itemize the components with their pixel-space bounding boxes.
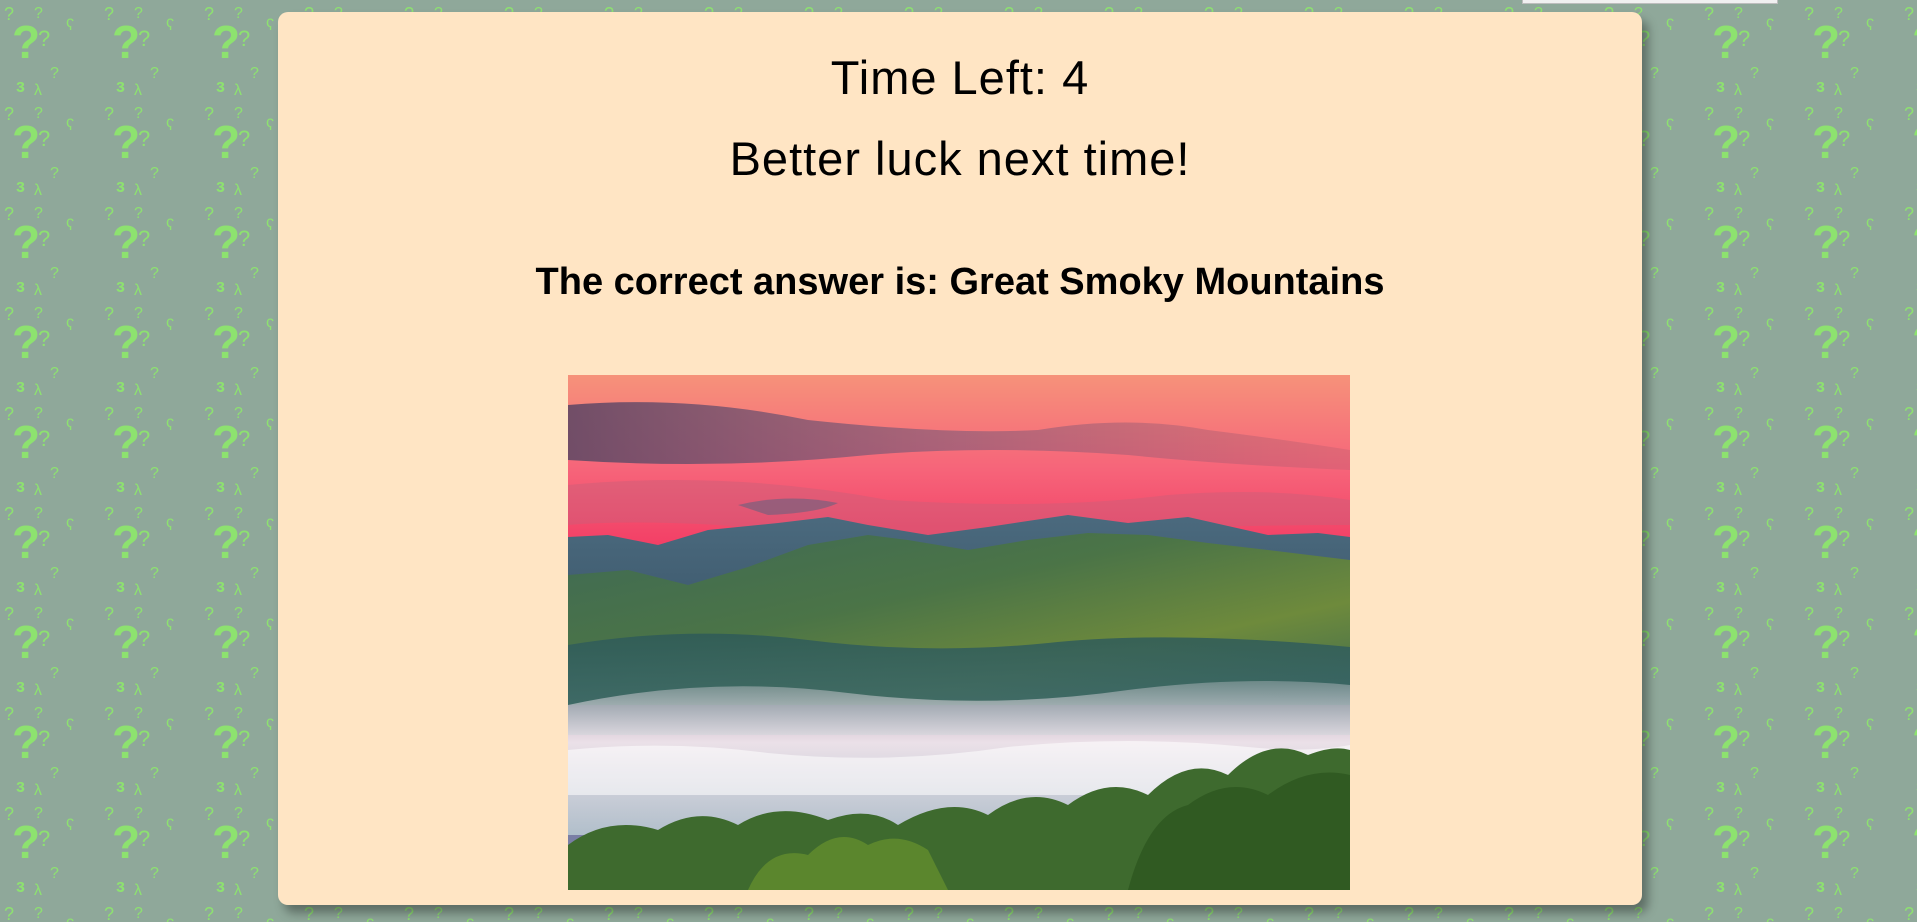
time-left-value: 4 (1062, 51, 1090, 104)
time-left-display: Time Left: 4 (278, 48, 1642, 108)
result-card: Time Left: 4 Better luck next time! The … (278, 12, 1642, 905)
correct-answer-prefix: The correct answer is: (535, 261, 939, 303)
top-edge-stub (1522, 0, 1778, 4)
correct-answer-value: Great Smoky Mountains (949, 261, 1385, 303)
answer-photo (568, 375, 1350, 890)
time-left-label: Time Left: (830, 51, 1048, 104)
correct-answer: The correct answer is: Great Smoky Mount… (278, 257, 1642, 307)
feedback-message: Better luck next time! (729, 132, 1191, 185)
